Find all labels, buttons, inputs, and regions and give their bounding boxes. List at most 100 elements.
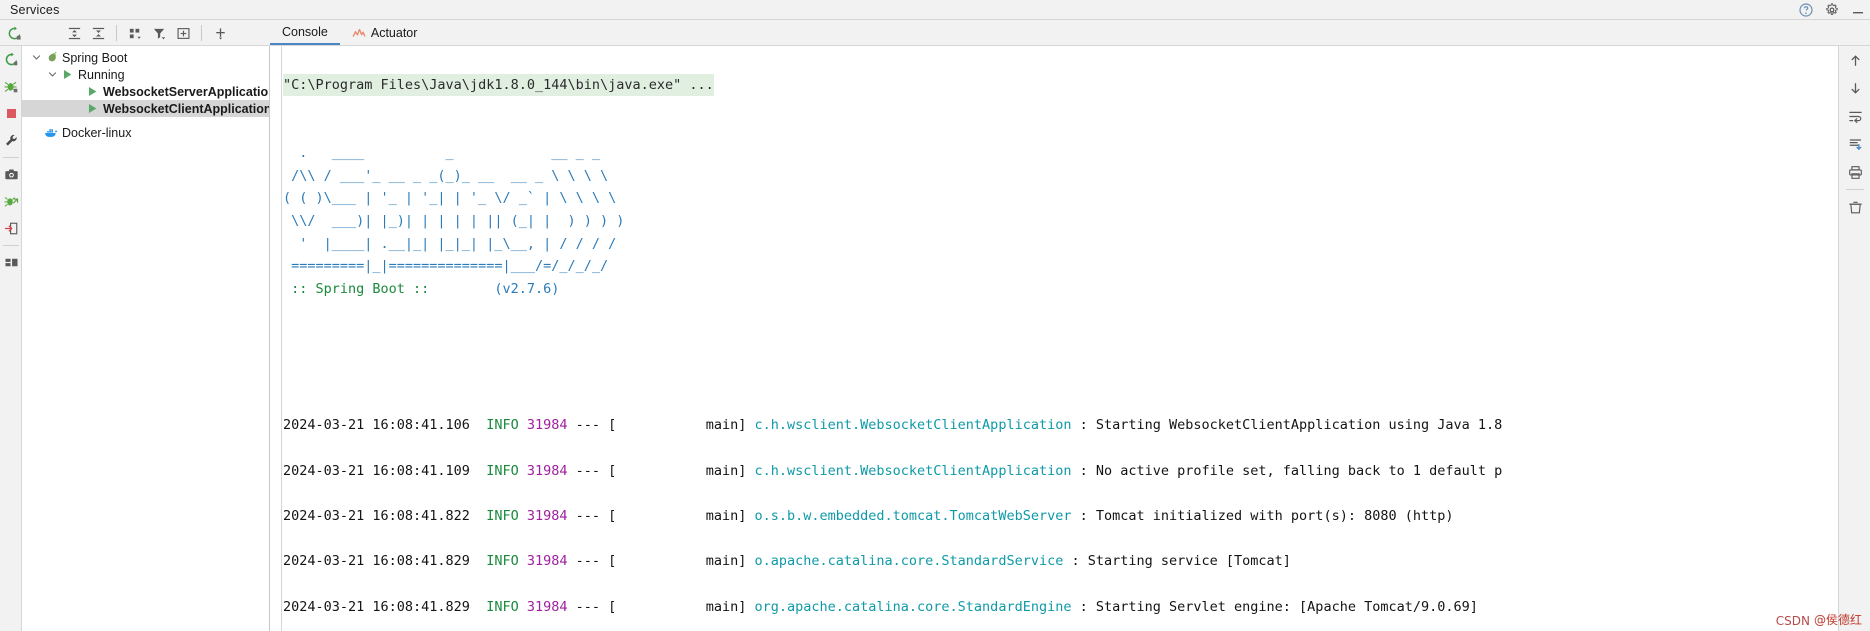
toolbar-separator-1 xyxy=(116,25,117,41)
log-timestamp: 2024-03-21 16:08:41.106 xyxy=(283,417,470,434)
tree-label-spring-boot: Spring Boot xyxy=(62,50,128,65)
tab-console[interactable]: Console xyxy=(270,20,340,45)
chevron-down-icon[interactable] xyxy=(30,51,43,64)
tree-label-websocket-server-application: WebsocketServerApplication xyxy=(103,84,270,99)
sp xyxy=(470,508,486,524)
console-blank-2 xyxy=(283,301,1870,324)
log-line: 2024-03-21 16:08:41.822 INFO 31984 --- [… xyxy=(283,505,1870,528)
spring-boot-icon xyxy=(43,50,59,66)
console-blank-3 xyxy=(283,346,1870,369)
chevron-down-icon[interactable] xyxy=(46,68,59,81)
group-by-icon[interactable] xyxy=(124,22,146,44)
filter-icon[interactable] xyxy=(148,22,170,44)
watermark-prefix-wrap: CSDN xyxy=(1776,614,1810,628)
actuator-chart-icon xyxy=(352,26,366,40)
rerun-service-icon[interactable] xyxy=(0,46,22,73)
log-level: INFO xyxy=(486,508,519,525)
export-icon[interactable] xyxy=(0,215,22,242)
tree-node-docker-linux[interactable]: Docker-linux xyxy=(22,124,269,141)
watermark: @侯德红 xyxy=(1814,611,1862,628)
log-timestamp: 2024-03-21 16:08:41.109 xyxy=(283,462,470,479)
log-line: 2024-03-21 16:08:41.106 INFO 31984 --- [… xyxy=(283,414,1870,437)
sp xyxy=(600,599,608,615)
stop-icon[interactable] xyxy=(0,100,22,127)
log-logger: c.h.wsclient.WebsocketClientApplication xyxy=(754,417,1072,434)
tree-node-spring-boot[interactable]: Spring Boot xyxy=(22,49,269,66)
log-message: : Starting Servlet engine: [Apache Tomca… xyxy=(1079,598,1478,615)
banner-line-4: \\/ ___)| |_)| | | | | || (_| | ) ) ) ) xyxy=(283,212,625,229)
run-triangle-icon xyxy=(84,101,100,117)
sp xyxy=(519,417,527,433)
minimize-icon[interactable] xyxy=(1850,2,1866,18)
expand-all-icon[interactable] xyxy=(63,22,85,44)
log-timestamp: 2024-03-21 16:08:41.829 xyxy=(283,553,470,570)
titlebar-actions xyxy=(1798,0,1866,20)
sp xyxy=(1071,463,1079,479)
tab-actuator[interactable]: Actuator xyxy=(340,20,430,45)
settings-wrench-icon[interactable] xyxy=(0,127,22,154)
log-separator: --- xyxy=(575,462,601,479)
scroll-to-stacktrace-icon[interactable] xyxy=(1839,130,1870,158)
debug-icon[interactable] xyxy=(0,73,22,100)
sp xyxy=(568,463,576,479)
log-level: INFO xyxy=(486,417,519,434)
log-lines: 2024-03-21 16:08:41.106 INFO 31984 --- [… xyxy=(283,392,1870,631)
settings-gear-icon[interactable] xyxy=(1824,2,1840,18)
log-line: 2024-03-21 16:08:41.829 INFO 31984 --- [… xyxy=(283,596,1870,619)
run-actions-rail xyxy=(0,46,22,631)
add-service-icon[interactable] xyxy=(209,22,231,44)
console-output: "C:\Program Files\Java\jdk1.8.0_144\bin\… xyxy=(283,46,1870,631)
print-icon[interactable] xyxy=(1839,158,1870,186)
window-titlebar: Services xyxy=(0,0,1870,20)
banner-line-3: ( ( )\___ | '_ | '_| | '_ \/ _` | \ \ \ … xyxy=(283,190,617,207)
banner-line-6: =========|_|==============|___/=/_/_/_/ xyxy=(283,258,609,275)
sp xyxy=(470,417,486,433)
services-tree[interactable]: Spring Boot Running WebsocketServerAppli… xyxy=(22,46,270,631)
console-pane: Console Actuator "C:\Program Files\Java\… xyxy=(270,20,1870,631)
banner-line-1: . ____ _ __ _ _ xyxy=(283,144,600,161)
scroll-to-top-icon[interactable] xyxy=(1839,46,1870,74)
sp xyxy=(600,417,608,433)
log-separator: --- xyxy=(575,417,601,434)
sp xyxy=(600,463,608,479)
log-pid: 31984 xyxy=(526,553,568,570)
tree-node-running[interactable]: Running xyxy=(22,66,269,83)
watermark-prefix: CSDN xyxy=(1775,614,1810,628)
console-gutter xyxy=(270,46,282,631)
log-logger: o.apache.catalina.core.StandardService xyxy=(754,553,1064,570)
log-pid: 31984 xyxy=(526,417,568,434)
toolbar-expand-group xyxy=(62,20,232,46)
spring-boot-version: (v2.7.6) xyxy=(437,281,560,298)
scroll-to-end-icon[interactable] xyxy=(1839,74,1870,102)
tree-rows: Spring Boot Running WebsocketServerAppli… xyxy=(22,46,269,141)
rerun-icon[interactable] xyxy=(3,22,25,44)
banner-line-2: /\\ / ___'_ __ _ _(_)_ __ __ _ \ \ \ \ xyxy=(283,167,609,184)
log-logger: org.apache.catalina.core.StandardEngine xyxy=(754,598,1072,615)
sp xyxy=(519,463,527,479)
clear-all-icon[interactable] xyxy=(1839,193,1870,221)
sp xyxy=(470,463,486,479)
attach-debugger-icon[interactable] xyxy=(0,188,22,215)
camera-icon[interactable] xyxy=(0,161,22,188)
soft-wrap-icon[interactable] xyxy=(1839,102,1870,130)
help-icon[interactable] xyxy=(1798,2,1814,18)
collapse-all-icon[interactable] xyxy=(87,22,109,44)
console-body[interactable]: "C:\Program Files\Java\jdk1.8.0_144\bin\… xyxy=(270,46,1870,631)
tree-node-websocket-server-application[interactable]: WebsocketServerApplication :8081/ xyxy=(22,83,269,100)
tree-node-websocket-client-application[interactable]: WebsocketClientApplication :8080/ xyxy=(22,100,269,117)
sp xyxy=(568,599,576,615)
log-separator: --- xyxy=(575,553,601,570)
tree-label-websocket-client-application: WebsocketClientApplication xyxy=(103,101,270,116)
log-pid: 31984 xyxy=(526,508,568,525)
log-timestamp: 2024-03-21 16:08:41.822 xyxy=(283,508,470,525)
layout-icon[interactable] xyxy=(0,249,22,276)
log-line: 2024-03-21 16:08:41.109 INFO 31984 --- [… xyxy=(283,460,1870,483)
spring-boot-label: :: Spring Boot :: xyxy=(283,281,438,298)
sp xyxy=(519,508,527,524)
toolbar-separator-2 xyxy=(201,25,202,41)
rail-separator-2 xyxy=(3,245,19,246)
add-frame-icon[interactable] xyxy=(172,22,194,44)
log-pid: 31984 xyxy=(526,598,568,615)
log-thread: [ main] xyxy=(608,598,747,615)
console-tabs: Console Actuator xyxy=(270,20,1870,46)
